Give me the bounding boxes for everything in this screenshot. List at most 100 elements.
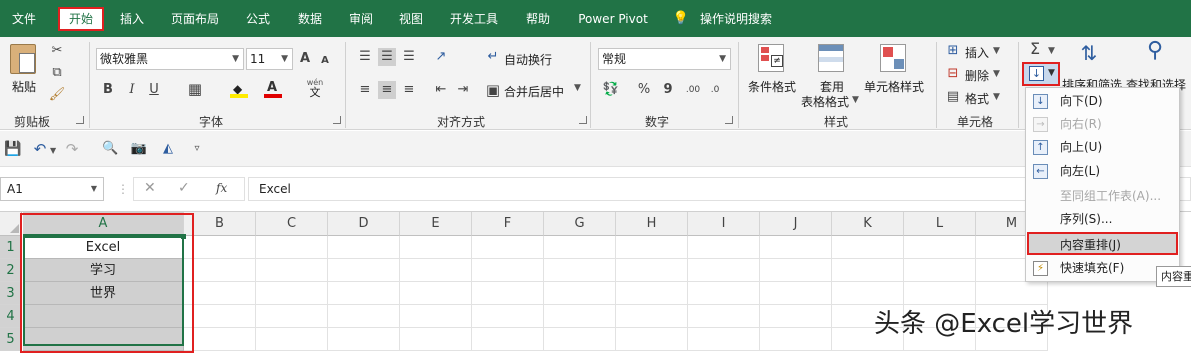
- cell-i4[interactable]: [688, 305, 760, 328]
- cell-l3[interactable]: [904, 282, 976, 305]
- customize-qat-icon[interactable]: ▿: [190, 140, 204, 158]
- paste-icon[interactable]: [10, 44, 36, 74]
- tab-home[interactable]: 开始: [58, 7, 104, 31]
- undo-icon[interactable]: ↶: [32, 140, 48, 158]
- tab-data[interactable]: 数据: [288, 7, 332, 31]
- wrap-text-button[interactable]: 自动换行: [504, 51, 552, 68]
- cell-m3[interactable]: [976, 282, 1048, 305]
- cell-b5[interactable]: [184, 328, 256, 351]
- column-header-d[interactable]: D: [328, 212, 400, 236]
- align-top-icon[interactable]: ☰: [356, 48, 374, 66]
- insert-function-icon[interactable]: fx: [216, 181, 227, 195]
- name-box[interactable]: A1 ▼: [0, 177, 104, 201]
- align-center-icon[interactable]: ≡: [378, 81, 396, 99]
- column-header-i[interactable]: I: [688, 212, 760, 236]
- row-header-2[interactable]: 2: [0, 259, 22, 282]
- cell-c5[interactable]: [256, 328, 328, 351]
- cell-e2[interactable]: [400, 259, 472, 282]
- cell-e3[interactable]: [400, 282, 472, 305]
- cell-j3[interactable]: [760, 282, 832, 305]
- row-header-5[interactable]: 5: [0, 328, 22, 351]
- cell-b1[interactable]: [184, 236, 256, 259]
- merge-center-button[interactable]: 合并后居中: [504, 83, 564, 100]
- cell-h4[interactable]: [616, 305, 688, 328]
- chart-icon[interactable]: ◭: [160, 140, 176, 158]
- tab-page-layout[interactable]: 页面布局: [163, 7, 227, 31]
- font-launcher-icon[interactable]: [333, 116, 341, 124]
- row-header-3[interactable]: 3: [0, 282, 22, 305]
- tab-file[interactable]: 文件: [6, 7, 42, 31]
- cell-i3[interactable]: [688, 282, 760, 305]
- tab-developer[interactable]: 开发工具: [441, 7, 507, 31]
- font-size-select[interactable]: 11 ▼: [246, 48, 293, 70]
- copy-icon[interactable]: ⧉: [47, 64, 67, 82]
- cut-icon[interactable]: ✂: [47, 42, 67, 60]
- column-header-h[interactable]: H: [616, 212, 688, 236]
- menu-item-fill-up[interactable]: ↑ 向上(U): [1027, 136, 1178, 159]
- autosum-icon[interactable]: Σ: [1026, 40, 1044, 58]
- decrease-decimal-icon[interactable]: .0: [706, 81, 724, 99]
- cell-l2[interactable]: [904, 259, 976, 282]
- column-header-l[interactable]: L: [904, 212, 976, 236]
- delete-cells-button[interactable]: 删除: [965, 67, 989, 84]
- cell-c1[interactable]: [256, 236, 328, 259]
- cell-j1[interactable]: [760, 236, 832, 259]
- insert-cells-icon[interactable]: ⊞: [945, 42, 961, 60]
- conditional-formatting-icon[interactable]: ≠: [758, 44, 784, 72]
- cell-f1[interactable]: [472, 236, 544, 259]
- sort-filter-icon[interactable]: ⇅: [1072, 43, 1106, 63]
- cell-c4[interactable]: [256, 305, 328, 328]
- column-header-b[interactable]: B: [184, 212, 256, 236]
- cell-styles-button[interactable]: 单元格样式: [864, 78, 924, 95]
- cell-d4[interactable]: [328, 305, 400, 328]
- cell-k2[interactable]: [832, 259, 904, 282]
- cell-k1[interactable]: [832, 236, 904, 259]
- cell-i1[interactable]: [688, 236, 760, 259]
- cell-d5[interactable]: [328, 328, 400, 351]
- cell-h1[interactable]: [616, 236, 688, 259]
- increase-decimal-icon[interactable]: .00: [684, 81, 702, 99]
- format-cells-icon[interactable]: ▤: [945, 88, 961, 106]
- number-format-select[interactable]: 常规 ▼: [598, 48, 731, 70]
- cell-h2[interactable]: [616, 259, 688, 282]
- increase-font-icon[interactable]: A: [297, 50, 313, 68]
- underline-button[interactable]: U: [146, 81, 162, 99]
- merge-center-icon[interactable]: ▣: [484, 81, 502, 99]
- orientation-icon[interactable]: ↗: [432, 48, 450, 66]
- delete-cells-icon[interactable]: ⊟: [945, 65, 961, 83]
- column-header-e[interactable]: E: [400, 212, 472, 236]
- column-header-k[interactable]: K: [832, 212, 904, 236]
- menu-item-justify[interactable]: 内容重排(J): [1027, 232, 1178, 255]
- bold-button[interactable]: B: [100, 81, 116, 99]
- accounting-format-icon[interactable]: 💱: [600, 81, 622, 99]
- cell-j4[interactable]: [760, 305, 832, 328]
- percent-style-button[interactable]: %: [636, 81, 652, 99]
- chevron-down-icon[interactable]: ▼: [574, 83, 581, 93]
- menu-item-fill-right[interactable]: → 向右(R): [1027, 113, 1178, 136]
- select-all-corner[interactable]: [0, 212, 22, 236]
- column-header-c[interactable]: C: [256, 212, 328, 236]
- tab-review[interactable]: 审阅: [341, 7, 381, 31]
- cell-f4[interactable]: [472, 305, 544, 328]
- cell-f3[interactable]: [472, 282, 544, 305]
- align-left-icon[interactable]: ≡: [356, 81, 374, 99]
- cell-b2[interactable]: [184, 259, 256, 282]
- cell-l1[interactable]: [904, 236, 976, 259]
- decrease-font-icon[interactable]: A: [318, 52, 332, 70]
- increase-indent-icon[interactable]: ⇥: [454, 81, 472, 99]
- cell-e1[interactable]: [400, 236, 472, 259]
- cell-g1[interactable]: [544, 236, 616, 259]
- tab-power-pivot[interactable]: Power Pivot: [569, 7, 657, 31]
- phonetic-guide-icon[interactable]: wén 文: [305, 78, 325, 100]
- cell-i2[interactable]: [688, 259, 760, 282]
- tab-insert[interactable]: 插入: [112, 7, 152, 31]
- cell-c2[interactable]: [256, 259, 328, 282]
- comma-style-button[interactable]: 9: [660, 81, 676, 99]
- cell-h3[interactable]: [616, 282, 688, 305]
- cell-k3[interactable]: [832, 282, 904, 305]
- menu-item-fill-left[interactable]: ← 向左(L): [1027, 160, 1178, 183]
- align-bottom-icon[interactable]: ☰: [400, 48, 418, 66]
- cell-f5[interactable]: [472, 328, 544, 351]
- cell-g2[interactable]: [544, 259, 616, 282]
- cell-d3[interactable]: [328, 282, 400, 305]
